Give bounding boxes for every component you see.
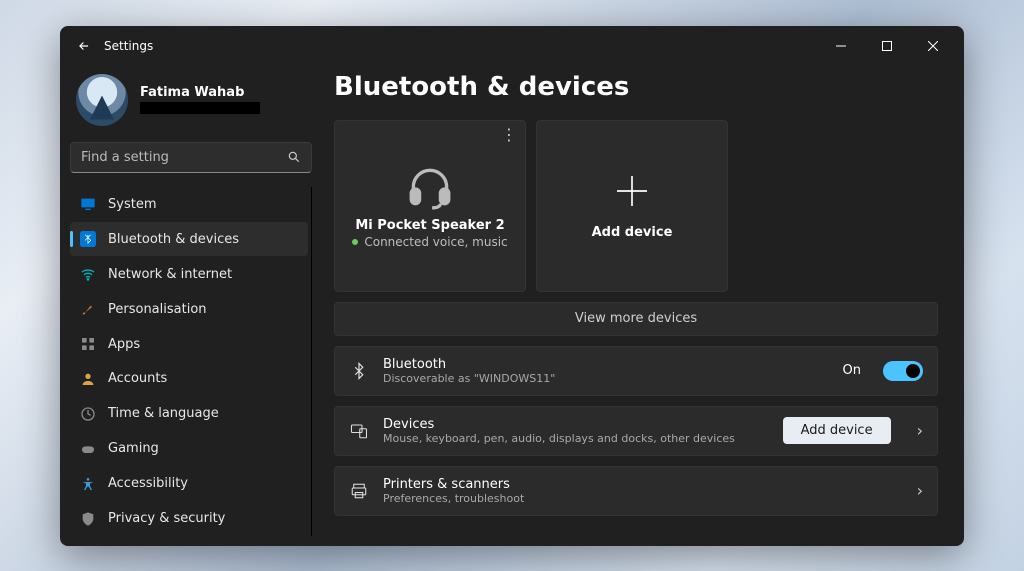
nav-label: Privacy & security (108, 511, 225, 526)
bluetooth-toggle[interactable] (883, 361, 923, 381)
nav-item-apps[interactable]: Apps (70, 327, 308, 361)
search-input[interactable] (81, 150, 287, 165)
profile-name: Fatima Wahab (140, 85, 260, 100)
nav-label: Accessibility (108, 476, 188, 491)
plus-icon (612, 171, 652, 211)
nav-item-time-language[interactable]: Time & language (70, 397, 308, 431)
window-controls (818, 30, 956, 62)
nav-label: Gaming (108, 441, 159, 456)
devices-icon (349, 422, 369, 440)
nav-label: Time & language (108, 406, 219, 421)
nav-item-bluetooth-devices[interactable]: Bluetooth & devices (70, 222, 308, 256)
device-tile-more-button[interactable]: ⋮ (501, 127, 517, 143)
titlebar: Settings (60, 26, 964, 66)
apps-icon (80, 336, 96, 352)
sidebar: Fatima Wahab System Bluetooth & devices (60, 66, 322, 546)
bluetooth-icon (349, 362, 369, 380)
add-device-tile[interactable]: Add device (536, 120, 728, 292)
close-button[interactable] (910, 30, 956, 62)
nav-label: System (108, 197, 156, 212)
clock-globe-icon (80, 406, 96, 422)
paintbrush-icon (80, 301, 96, 317)
nav: System Bluetooth & devices Network & int… (70, 187, 312, 535)
nav-item-privacy-security[interactable]: Privacy & security (70, 502, 308, 536)
headphones-icon (405, 162, 455, 212)
printers-sub: Preferences, troubleshoot (383, 492, 891, 505)
status-dot-icon (352, 239, 358, 245)
bluetooth-title: Bluetooth (383, 357, 829, 372)
profile[interactable]: Fatima Wahab (70, 66, 312, 142)
back-button[interactable] (68, 30, 100, 62)
nav-label: Apps (108, 337, 140, 352)
minimize-button[interactable] (818, 30, 864, 62)
nav-item-accessibility[interactable]: Accessibility (70, 467, 308, 501)
accessibility-icon (80, 476, 96, 492)
nav-item-accounts[interactable]: Accounts (70, 362, 308, 396)
content: Bluetooth & devices ⋮ Mi Pocket Speaker … (322, 66, 964, 546)
page-heading: Bluetooth & devices (334, 72, 938, 102)
title-label: Settings (104, 39, 153, 53)
bluetooth-toggle-state: On (843, 363, 861, 378)
search-icon (287, 150, 301, 164)
view-more-devices-button[interactable]: View more devices (334, 302, 938, 336)
search-box[interactable] (70, 142, 312, 174)
display-icon (80, 196, 96, 212)
gamepad-icon (80, 441, 96, 457)
bluetooth-row: Bluetooth Discoverable as "WINDOWS11" On (334, 346, 938, 396)
wifi-icon (80, 266, 96, 282)
printer-icon (349, 482, 369, 500)
person-icon (80, 371, 96, 387)
nav-label: Personalisation (108, 302, 207, 317)
shield-icon (80, 511, 96, 527)
nav-label: Accounts (108, 371, 167, 386)
printers-row[interactable]: Printers & scanners Preferences, trouble… (334, 466, 938, 516)
nav-label: Network & internet (108, 267, 232, 282)
device-tile[interactable]: ⋮ Mi Pocket Speaker 2 Connected voice, m… (334, 120, 526, 292)
devices-title: Devices (383, 417, 769, 432)
nav-item-gaming[interactable]: Gaming (70, 432, 308, 466)
devices-row[interactable]: Devices Mouse, keyboard, pen, audio, dis… (334, 406, 938, 456)
devices-sub: Mouse, keyboard, pen, audio, displays an… (383, 432, 769, 445)
add-device-label: Add device (592, 225, 673, 240)
nav-item-personalisation[interactable]: Personalisation (70, 292, 308, 326)
device-status: Connected voice, music (352, 235, 507, 249)
avatar (76, 74, 128, 126)
nav-item-network[interactable]: Network & internet (70, 257, 308, 291)
add-device-button[interactable]: Add device (783, 417, 891, 444)
settings-window: Settings Fatima Wahab Syst (60, 26, 964, 546)
bluetooth-sub: Discoverable as "WINDOWS11" (383, 372, 829, 385)
chevron-right-icon: › (917, 481, 923, 500)
chevron-right-icon: › (917, 421, 923, 440)
maximize-button[interactable] (864, 30, 910, 62)
nav-label: Bluetooth & devices (108, 232, 239, 247)
bluetooth-icon (80, 231, 96, 247)
profile-email-redacted (140, 102, 260, 114)
nav-item-system[interactable]: System (70, 187, 308, 221)
printers-title: Printers & scanners (383, 477, 891, 492)
device-name: Mi Pocket Speaker 2 (355, 218, 504, 233)
